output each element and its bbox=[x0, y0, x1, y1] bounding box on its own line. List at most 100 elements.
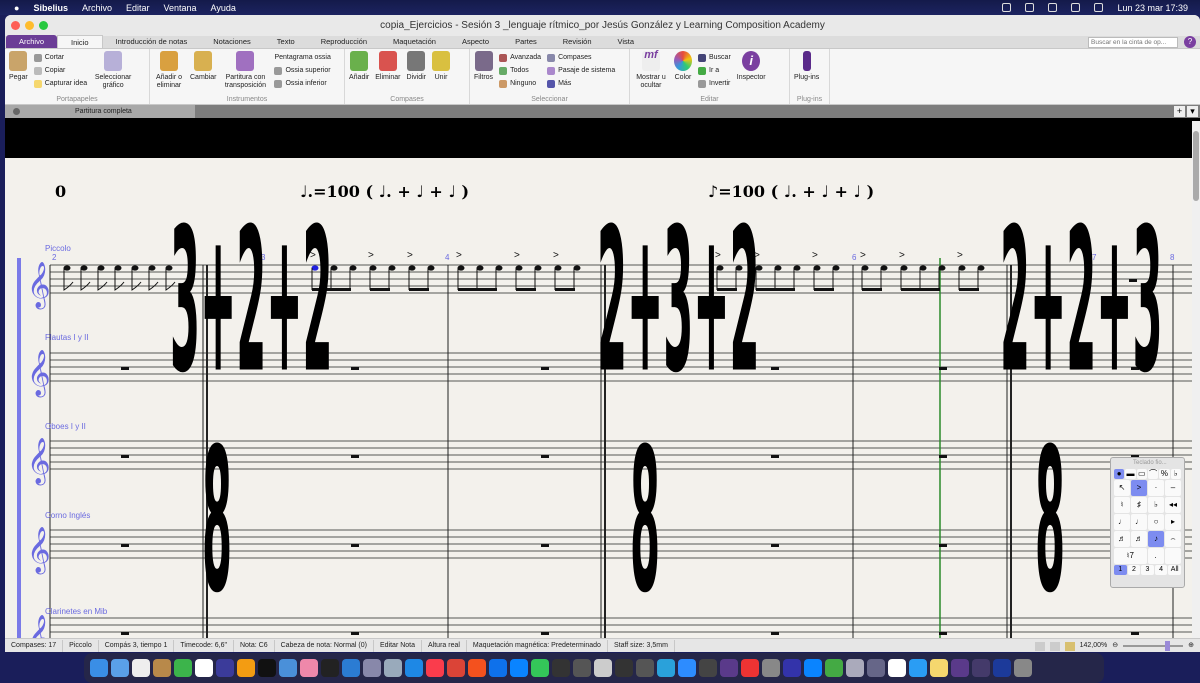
zoom-out-button[interactable]: ⊖ bbox=[1112, 640, 1118, 652]
wifi-icon[interactable] bbox=[1071, 3, 1081, 12]
rest-icon[interactable]: ♮7 bbox=[1114, 548, 1147, 564]
dock-app-icon[interactable] bbox=[678, 659, 696, 677]
tab-inicio[interactable]: Inicio bbox=[57, 35, 103, 48]
dock-app-icon[interactable] bbox=[300, 659, 318, 677]
minimize-button[interactable] bbox=[25, 21, 34, 30]
todos-button[interactable]: Todos bbox=[499, 66, 541, 76]
dock-app-icon[interactable] bbox=[909, 659, 927, 677]
tab-partes[interactable]: Partes bbox=[502, 35, 550, 48]
tab-vista[interactable]: Vista bbox=[605, 35, 648, 48]
instrument-name[interactable]: Clarinetes en Mib bbox=[45, 607, 107, 616]
dock-app-icon[interactable] bbox=[1014, 659, 1032, 677]
keypad-layout-articulations[interactable]: ⌒ bbox=[1147, 469, 1159, 479]
pointer-icon[interactable]: ↖ bbox=[1114, 480, 1130, 496]
avanzada-button[interactable]: Avanzada bbox=[499, 53, 541, 63]
staccato-icon[interactable]: · bbox=[1148, 480, 1164, 496]
tab-reproduccion[interactable]: Reproducción bbox=[308, 35, 380, 48]
dock-app-icon[interactable] bbox=[153, 659, 171, 677]
dock-app-icon[interactable] bbox=[741, 659, 759, 677]
keypad-layout-jazz[interactable]: % bbox=[1159, 469, 1170, 479]
dock-app-icon[interactable] bbox=[195, 659, 213, 677]
voice-2[interactable]: 2 bbox=[1127, 565, 1141, 575]
keypad-layout-accidentals[interactable]: ♭ bbox=[1170, 469, 1181, 479]
status-icon[interactable] bbox=[1025, 3, 1035, 12]
volume-icon[interactable] bbox=[1048, 3, 1058, 12]
dock-app-icon[interactable] bbox=[237, 659, 255, 677]
ninguno-button[interactable]: Ninguno bbox=[499, 79, 541, 89]
dock-app-icon[interactable] bbox=[363, 659, 381, 677]
menu-editar[interactable]: Editar bbox=[126, 3, 150, 13]
dock-app-icon[interactable] bbox=[111, 659, 129, 677]
dock-app-icon[interactable] bbox=[951, 659, 969, 677]
zoom-button[interactable] bbox=[39, 21, 48, 30]
pasaje-sistema-button[interactable]: Pasaje de sistema bbox=[547, 66, 615, 76]
dock-app-icon[interactable] bbox=[468, 659, 486, 677]
time-signature-top[interactable]: 2+2+3 bbox=[1000, 188, 1163, 419]
whole-note-icon[interactable]: ○ bbox=[1148, 514, 1164, 530]
ossia-inferior-button[interactable]: Ossia inferior bbox=[274, 79, 330, 89]
tab-introduccion[interactable]: Introducción de notas bbox=[103, 35, 201, 48]
sixteenth-note-icon[interactable]: ♬ bbox=[1114, 531, 1130, 547]
sixteenth-note-icon[interactable]: ♬ bbox=[1131, 531, 1147, 547]
pentagrama-ossia-button[interactable]: Pentagrama ossia bbox=[274, 53, 330, 63]
apple-icon[interactable]: ● bbox=[14, 3, 19, 13]
dock-app-icon[interactable] bbox=[615, 659, 633, 677]
dock-app-icon[interactable] bbox=[384, 659, 402, 677]
sharp-icon[interactable]: ♯ bbox=[1131, 497, 1147, 513]
menu-ayuda[interactable]: Ayuda bbox=[211, 3, 236, 13]
zoom-in-button[interactable]: ⊕ bbox=[1188, 640, 1194, 652]
ir-a-button[interactable]: Ir a bbox=[698, 66, 731, 76]
instrument-name[interactable]: Corno Inglés bbox=[45, 511, 90, 520]
dock-app-icon[interactable] bbox=[930, 659, 948, 677]
capturar-idea-button[interactable]: Capturar idea bbox=[33, 79, 87, 89]
dock-app-icon[interactable] bbox=[594, 659, 612, 677]
tab-partitura-completa[interactable]: Partitura completa bbox=[5, 105, 195, 118]
dot-icon[interactable]: . bbox=[1147, 548, 1164, 564]
tab-revision[interactable]: Revisión bbox=[550, 35, 605, 48]
voice-1[interactable]: 1 bbox=[1114, 565, 1127, 575]
dock-app-icon[interactable] bbox=[846, 659, 864, 677]
eighth-note-icon[interactable]: ♪ bbox=[1148, 531, 1164, 547]
control-center-icon[interactable] bbox=[1094, 3, 1104, 12]
help-icon[interactable]: ? bbox=[1184, 36, 1196, 48]
blank-key[interactable] bbox=[1164, 548, 1181, 564]
tenuto-icon[interactable]: – bbox=[1165, 480, 1181, 496]
dock-app-icon[interactable] bbox=[762, 659, 780, 677]
tie-icon[interactable]: ⌢ bbox=[1165, 531, 1181, 547]
dock-app-icon[interactable] bbox=[90, 659, 108, 677]
mas-button[interactable]: Más bbox=[547, 79, 615, 89]
ossia-superior-button[interactable]: Ossia superior bbox=[274, 66, 331, 76]
tab-menu-button[interactable]: ▾ bbox=[1187, 106, 1198, 117]
time-signature-top[interactable]: 2+3+2 bbox=[597, 188, 760, 419]
dock-app-icon[interactable] bbox=[216, 659, 234, 677]
tab-maquetacion[interactable]: Maquetación bbox=[380, 35, 449, 48]
dock-app-icon[interactable] bbox=[972, 659, 990, 677]
instrument-name[interactable]: Piccolo bbox=[45, 244, 71, 253]
dock-app-icon[interactable] bbox=[804, 659, 822, 677]
instrument-name[interactable]: Flautas I y II bbox=[45, 333, 89, 342]
clock[interactable]: Lun 23 mar 17:39 bbox=[1117, 3, 1188, 13]
keypad-layout-common[interactable]: ● bbox=[1114, 469, 1125, 479]
time-signature-bottom[interactable]: 8 bbox=[1035, 408, 1065, 638]
close-tab-icon[interactable] bbox=[13, 108, 20, 115]
dock-app-icon[interactable] bbox=[699, 659, 717, 677]
copiar-button[interactable]: Copiar bbox=[33, 66, 87, 76]
dock-app-icon[interactable] bbox=[342, 659, 360, 677]
dock-app-icon[interactable] bbox=[783, 659, 801, 677]
dock-app-icon[interactable] bbox=[573, 659, 591, 677]
cortar-button[interactable]: Cortar bbox=[33, 53, 87, 63]
dock-app-icon[interactable] bbox=[888, 659, 906, 677]
status-icon[interactable] bbox=[1002, 3, 1012, 12]
view-icon[interactable] bbox=[1034, 641, 1045, 651]
menu-app[interactable]: Sibelius bbox=[33, 3, 68, 13]
ribbon-search-input[interactable] bbox=[1088, 37, 1178, 48]
dock-app-icon[interactable] bbox=[489, 659, 507, 677]
dock-app-icon[interactable] bbox=[636, 659, 654, 677]
tab-texto[interactable]: Texto bbox=[264, 35, 308, 48]
dock-app-icon[interactable] bbox=[258, 659, 276, 677]
menu-archivo[interactable]: Archivo bbox=[82, 3, 112, 13]
buscar-button[interactable]: Buscar bbox=[698, 53, 731, 63]
invertir-button[interactable]: Invertir bbox=[698, 79, 731, 89]
voice-4[interactable]: 4 bbox=[1154, 565, 1168, 575]
time-signature-bottom[interactable]: 8 bbox=[202, 408, 232, 638]
